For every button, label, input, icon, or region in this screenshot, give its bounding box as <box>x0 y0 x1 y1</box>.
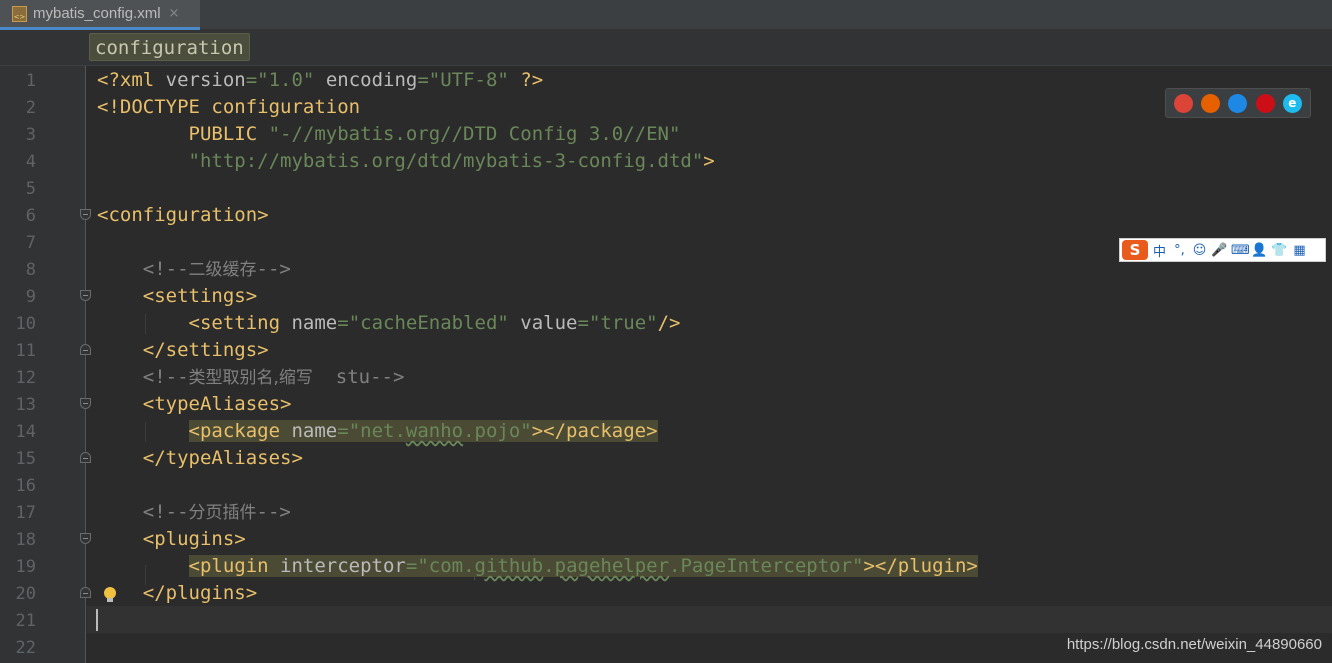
tab-label: mybatis_config.xml <box>33 5 161 22</box>
code-line: <settings> <box>97 285 258 307</box>
close-icon[interactable]: × <box>169 6 180 21</box>
firefox-icon[interactable] <box>1201 93 1221 113</box>
line-number: 18 <box>15 530 36 550</box>
line-number: 9 <box>25 287 36 307</box>
line-number: 22 <box>15 638 36 658</box>
line-number: 20 <box>15 584 36 604</box>
line-number: 8 <box>25 260 36 280</box>
ime-toolbox-icon[interactable]: ▦ <box>1291 243 1308 258</box>
line-number: 3 <box>25 125 36 145</box>
code-line: <?xml version="1.0" encoding="UTF-8" ?> <box>97 69 544 91</box>
line-number: 2 <box>25 98 36 118</box>
line-number: 10 <box>15 314 36 334</box>
line-number: 4 <box>25 152 36 172</box>
line-number: 14 <box>15 422 36 442</box>
line-number-gutter: 1 2 3 4 5 6 7 8 9 10 11 12 13 14 15 16 1… <box>0 66 91 663</box>
code-line: <setting name="cacheEnabled" value="true… <box>97 312 681 334</box>
code-line: <package name="net.wanho.pojo"></package… <box>188 420 658 442</box>
line-number: 15 <box>15 449 36 469</box>
line-number: 16 <box>15 476 36 496</box>
ime-emoji-icon[interactable]: ☺ <box>1191 243 1208 258</box>
line-number: 1 <box>25 71 36 91</box>
opera-icon[interactable] <box>1255 93 1275 113</box>
code-line: <configuration> <box>97 204 269 226</box>
code-line: <typeAliases> <box>97 393 292 415</box>
line-number: 7 <box>25 233 36 253</box>
line-number: 5 <box>25 179 36 199</box>
line-number: 12 <box>15 368 36 388</box>
current-line-highlight <box>87 606 1332 633</box>
code-line: <plugins> <box>97 528 246 550</box>
chrome-icon[interactable] <box>1174 93 1194 113</box>
sogou-logo-icon[interactable]: S <box>1122 240 1148 260</box>
code-line: </settings> <box>97 339 269 361</box>
code-line: <!--二级缓存--> <box>97 258 291 280</box>
code-line: PUBLIC "-//mybatis.org//DTD Config 3.0//… <box>97 123 681 145</box>
code-line: </typeAliases> <box>97 447 303 469</box>
line-number: 17 <box>15 503 36 523</box>
browser-preview-bar: e <box>1165 88 1311 118</box>
breadcrumb-item-configuration[interactable]: configuration <box>89 33 250 61</box>
text-caret <box>96 609 98 631</box>
code-line: <!--分页插件--> <box>97 501 291 523</box>
line-number: 21 <box>15 611 36 631</box>
editor-tab-bar: <> mybatis_config.xml × <box>0 0 1332 30</box>
ime-voice-icon[interactable]: 🎤 <box>1211 243 1228 258</box>
line-number: 19 <box>15 557 36 577</box>
code-line: </plugins> <box>97 582 258 604</box>
breadcrumb: configuration <box>0 30 1332 66</box>
code-line: <!--类型取别名,缩写 stu--> <box>97 366 405 388</box>
line-number: 11 <box>15 341 36 361</box>
ime-chinese-mode[interactable]: 中 <box>1151 241 1168 260</box>
ime-skin-icon[interactable]: 👕 <box>1271 243 1288 258</box>
ime-user-icon[interactable]: 👤 <box>1251 243 1268 258</box>
ie-icon[interactable]: e <box>1282 93 1302 113</box>
ime-keyboard-icon[interactable]: ⌨ <box>1231 243 1250 258</box>
code-line: <plugin interceptor="com.github.pagehelp… <box>188 555 978 577</box>
safari-icon[interactable] <box>1228 93 1248 113</box>
ime-toolbar: S 中 °, ☺ 🎤 ⌨ 👤 👕 ▦ <box>1119 238 1326 262</box>
xml-file-icon: <> <box>12 5 27 22</box>
code-editor[interactable]: <?xml version="1.0" encoding="UTF-8" ?> … <box>87 66 1332 663</box>
watermark: https://blog.csdn.net/weixin_44890660 <box>1066 636 1322 653</box>
line-number: 13 <box>15 395 36 415</box>
line-number: 6 <box>25 206 36 226</box>
tab-mybatis-config[interactable]: <> mybatis_config.xml × <box>0 0 200 30</box>
code-line: "http://mybatis.org/dtd/mybatis-3-config… <box>188 150 715 172</box>
code-line: <!DOCTYPE configuration <box>97 96 361 118</box>
ime-punctuation-icon[interactable]: °, <box>1171 243 1188 258</box>
